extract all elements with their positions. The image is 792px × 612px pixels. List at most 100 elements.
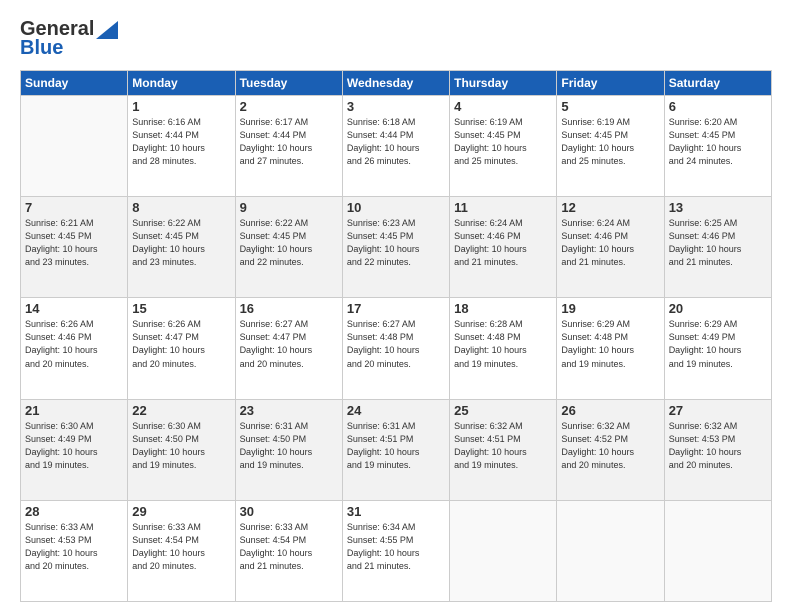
day-number: 2 <box>240 99 338 114</box>
day-number: 11 <box>454 200 552 215</box>
weekday-header-monday: Monday <box>128 71 235 96</box>
calendar-cell: 21 Sunrise: 6:30 AM Sunset: 4:49 PM Dayli… <box>21 399 128 500</box>
day-number: 5 <box>561 99 659 114</box>
logo-blue: Blue <box>20 37 63 60</box>
calendar-cell: 12 Sunrise: 6:24 AM Sunset: 4:46 PM Dayli… <box>557 197 664 298</box>
day-info: Sunrise: 6:22 AM Sunset: 4:45 PM Dayligh… <box>240 217 338 269</box>
calendar-cell: 17 Sunrise: 6:27 AM Sunset: 4:48 PM Dayli… <box>342 298 449 399</box>
day-number: 19 <box>561 301 659 316</box>
day-number: 26 <box>561 403 659 418</box>
day-info: Sunrise: 6:30 AM Sunset: 4:49 PM Dayligh… <box>25 420 123 472</box>
day-number: 21 <box>25 403 123 418</box>
calendar-cell: 7 Sunrise: 6:21 AM Sunset: 4:45 PM Daylig… <box>21 197 128 298</box>
day-info: Sunrise: 6:26 AM Sunset: 4:47 PM Dayligh… <box>132 318 230 370</box>
calendar-cell: 30Sunrise: 6:33 AM Sunset: 4:54 PM Dayli… <box>235 500 342 601</box>
calendar-cell: 2 Sunrise: 6:17 AM Sunset: 4:44 PM Daylig… <box>235 96 342 197</box>
calendar-cell <box>450 500 557 601</box>
day-info: Sunrise: 6:29 AM Sunset: 4:48 PM Dayligh… <box>561 318 659 370</box>
weekday-header-thursday: Thursday <box>450 71 557 96</box>
calendar-cell: 20 Sunrise: 6:29 AM Sunset: 4:49 PM Dayli… <box>664 298 771 399</box>
calendar-cell: 29 Sunrise: 6:33 AM Sunset: 4:54 PM Dayli… <box>128 500 235 601</box>
calendar-cell: 4Sunrise: 6:19 AM Sunset: 4:45 PM Daylig… <box>450 96 557 197</box>
day-number: 29 <box>132 504 230 519</box>
day-info: Sunrise: 6:32 AM Sunset: 4:52 PM Dayligh… <box>561 420 659 472</box>
calendar-cell: 19 Sunrise: 6:29 AM Sunset: 4:48 PM Dayli… <box>557 298 664 399</box>
calendar-cell: 31 Sunrise: 6:34 AM Sunset: 4:55 PM Dayli… <box>342 500 449 601</box>
week-row-4: 21 Sunrise: 6:30 AM Sunset: 4:49 PM Dayli… <box>21 399 772 500</box>
calendar-cell: 24 Sunrise: 6:31 AM Sunset: 4:51 PM Dayli… <box>342 399 449 500</box>
week-row-3: 14 Sunrise: 6:26 AM Sunset: 4:46 PM Dayli… <box>21 298 772 399</box>
day-info: Sunrise: 6:31 AM Sunset: 4:51 PM Dayligh… <box>347 420 445 472</box>
day-number: 7 <box>25 200 123 215</box>
day-info: Sunrise: 6:24 AM Sunset: 4:46 PM Dayligh… <box>454 217 552 269</box>
day-number: 9 <box>240 200 338 215</box>
calendar-cell: 13 Sunrise: 6:25 AM Sunset: 4:46 PM Dayli… <box>664 197 771 298</box>
calendar-cell: 6 Sunrise: 6:20 AM Sunset: 4:45 PM Daylig… <box>664 96 771 197</box>
day-info: Sunrise: 6:34 AM Sunset: 4:55 PM Dayligh… <box>347 521 445 573</box>
logo-icon <box>96 21 118 39</box>
calendar-cell: 8 Sunrise: 6:22 AM Sunset: 4:45 PM Daylig… <box>128 197 235 298</box>
calendar-cell: 23Sunrise: 6:31 AM Sunset: 4:50 PM Dayli… <box>235 399 342 500</box>
day-info: Sunrise: 6:17 AM Sunset: 4:44 PM Dayligh… <box>240 116 338 168</box>
calendar-cell: 16Sunrise: 6:27 AM Sunset: 4:47 PM Dayli… <box>235 298 342 399</box>
day-number: 28 <box>25 504 123 519</box>
day-info: Sunrise: 6:19 AM Sunset: 4:45 PM Dayligh… <box>561 116 659 168</box>
day-number: 20 <box>669 301 767 316</box>
day-info: Sunrise: 6:19 AM Sunset: 4:45 PM Dayligh… <box>454 116 552 168</box>
day-info: Sunrise: 6:21 AM Sunset: 4:45 PM Dayligh… <box>25 217 123 269</box>
day-info: Sunrise: 6:16 AM Sunset: 4:44 PM Dayligh… <box>132 116 230 168</box>
day-info: Sunrise: 6:24 AM Sunset: 4:46 PM Dayligh… <box>561 217 659 269</box>
day-info: Sunrise: 6:32 AM Sunset: 4:53 PM Dayligh… <box>669 420 767 472</box>
day-info: Sunrise: 6:20 AM Sunset: 4:45 PM Dayligh… <box>669 116 767 168</box>
day-info: Sunrise: 6:33 AM Sunset: 4:53 PM Dayligh… <box>25 521 123 573</box>
calendar-cell: 11 Sunrise: 6:24 AM Sunset: 4:46 PM Dayli… <box>450 197 557 298</box>
calendar-cell: 14 Sunrise: 6:26 AM Sunset: 4:46 PM Dayli… <box>21 298 128 399</box>
calendar-cell: 15 Sunrise: 6:26 AM Sunset: 4:47 PM Dayli… <box>128 298 235 399</box>
calendar-cell: 3Sunrise: 6:18 AM Sunset: 4:44 PM Daylig… <box>342 96 449 197</box>
day-number: 12 <box>561 200 659 215</box>
day-number: 14 <box>25 301 123 316</box>
day-info: Sunrise: 6:33 AM Sunset: 4:54 PM Dayligh… <box>132 521 230 573</box>
calendar-cell: 9 Sunrise: 6:22 AM Sunset: 4:45 PM Daylig… <box>235 197 342 298</box>
day-number: 15 <box>132 301 230 316</box>
calendar-cell: 18 Sunrise: 6:28 AM Sunset: 4:48 PM Dayli… <box>450 298 557 399</box>
day-info: Sunrise: 6:25 AM Sunset: 4:46 PM Dayligh… <box>669 217 767 269</box>
day-number: 13 <box>669 200 767 215</box>
calendar-cell <box>557 500 664 601</box>
calendar-cell: 28 Sunrise: 6:33 AM Sunset: 4:53 PM Dayli… <box>21 500 128 601</box>
week-row-2: 7 Sunrise: 6:21 AM Sunset: 4:45 PM Daylig… <box>21 197 772 298</box>
day-number: 23 <box>240 403 338 418</box>
day-info: Sunrise: 6:32 AM Sunset: 4:51 PM Dayligh… <box>454 420 552 472</box>
weekday-header-row: SundayMondayTuesdayWednesdayThursdayFrid… <box>21 71 772 96</box>
day-info: Sunrise: 6:28 AM Sunset: 4:48 PM Dayligh… <box>454 318 552 370</box>
calendar-table: SundayMondayTuesdayWednesdayThursdayFrid… <box>20 70 772 602</box>
calendar-cell: 22 Sunrise: 6:30 AM Sunset: 4:50 PM Dayli… <box>128 399 235 500</box>
day-number: 18 <box>454 301 552 316</box>
day-info: Sunrise: 6:30 AM Sunset: 4:50 PM Dayligh… <box>132 420 230 472</box>
day-number: 17 <box>347 301 445 316</box>
calendar-cell <box>664 500 771 601</box>
calendar-cell <box>21 96 128 197</box>
day-number: 24 <box>347 403 445 418</box>
calendar-cell: 26 Sunrise: 6:32 AM Sunset: 4:52 PM Dayli… <box>557 399 664 500</box>
day-info: Sunrise: 6:26 AM Sunset: 4:46 PM Dayligh… <box>25 318 123 370</box>
header: General Blue <box>20 18 772 60</box>
day-number: 25 <box>454 403 552 418</box>
week-row-5: 28 Sunrise: 6:33 AM Sunset: 4:53 PM Dayli… <box>21 500 772 601</box>
week-row-1: 1Sunrise: 6:16 AM Sunset: 4:44 PM Daylig… <box>21 96 772 197</box>
day-number: 8 <box>132 200 230 215</box>
day-number: 31 <box>347 504 445 519</box>
weekday-header-wednesday: Wednesday <box>342 71 449 96</box>
calendar-cell: 5 Sunrise: 6:19 AM Sunset: 4:45 PM Daylig… <box>557 96 664 197</box>
logo: General Blue <box>20 18 118 60</box>
day-info: Sunrise: 6:33 AM Sunset: 4:54 PM Dayligh… <box>240 521 338 573</box>
day-number: 6 <box>669 99 767 114</box>
day-number: 22 <box>132 403 230 418</box>
day-info: Sunrise: 6:27 AM Sunset: 4:48 PM Dayligh… <box>347 318 445 370</box>
day-info: Sunrise: 6:23 AM Sunset: 4:45 PM Dayligh… <box>347 217 445 269</box>
calendar-cell: 1Sunrise: 6:16 AM Sunset: 4:44 PM Daylig… <box>128 96 235 197</box>
day-number: 3 <box>347 99 445 114</box>
day-info: Sunrise: 6:29 AM Sunset: 4:49 PM Dayligh… <box>669 318 767 370</box>
day-number: 27 <box>669 403 767 418</box>
day-info: Sunrise: 6:22 AM Sunset: 4:45 PM Dayligh… <box>132 217 230 269</box>
